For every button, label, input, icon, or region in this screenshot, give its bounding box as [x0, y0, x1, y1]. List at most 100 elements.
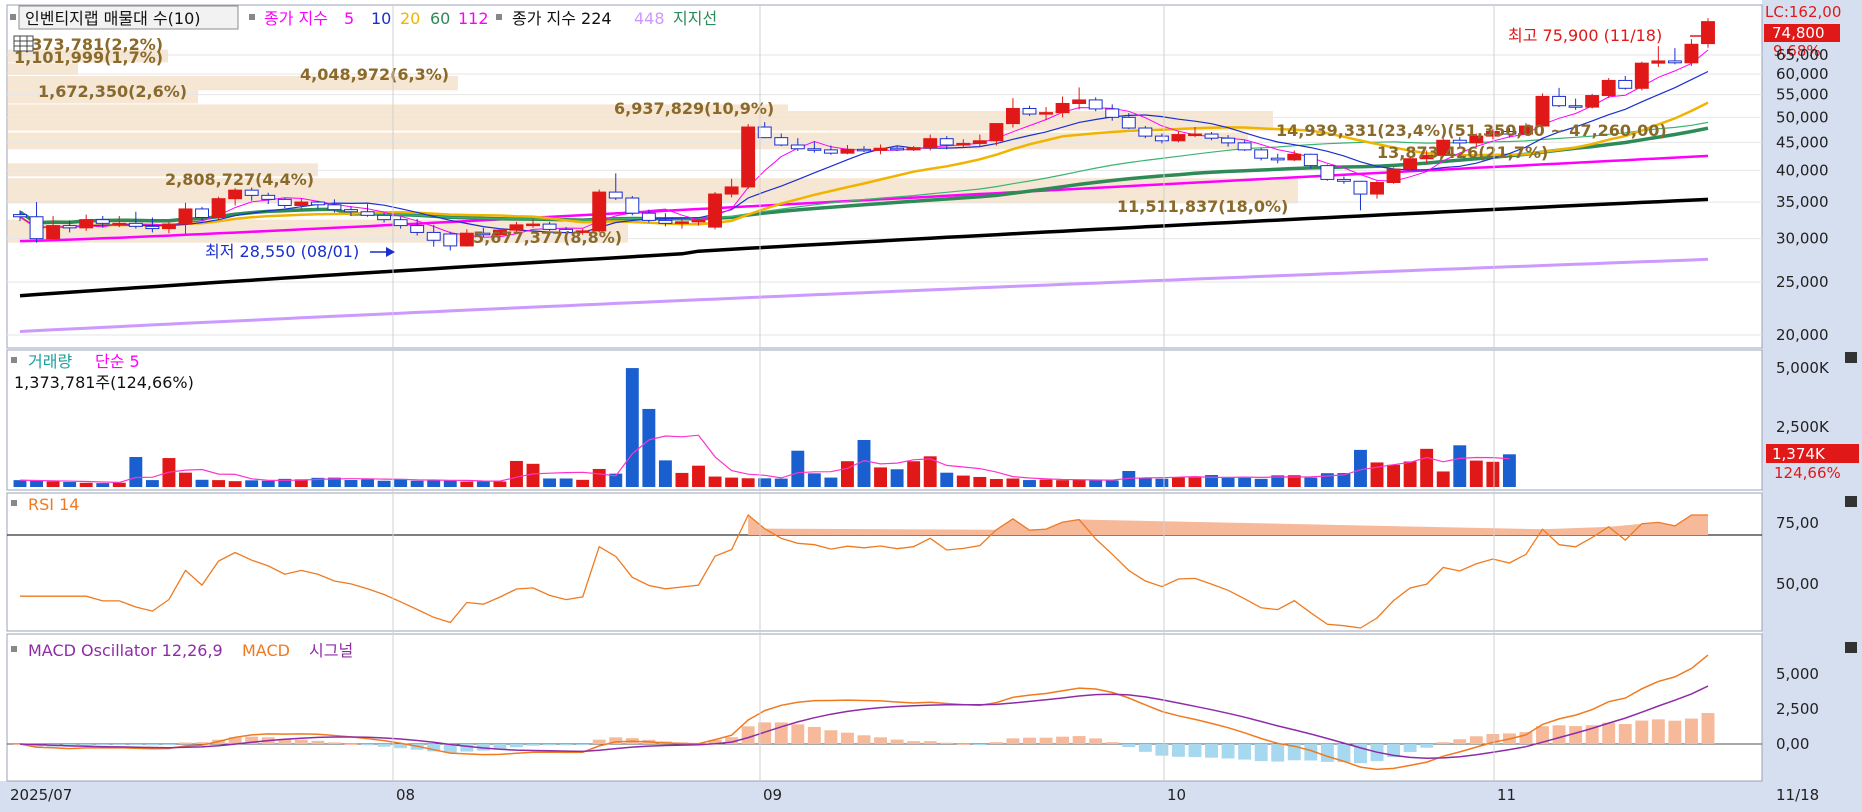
volume-square-icon [11, 357, 17, 363]
volume-bar [791, 450, 805, 487]
candle [1667, 60, 1682, 64]
volume-bar [30, 480, 44, 487]
signal-label: 시그널 [309, 641, 353, 660]
macd-oscillator-bar [510, 744, 523, 748]
macd-oscillator-bar [940, 742, 954, 744]
candle [1270, 157, 1285, 161]
candle [1651, 60, 1666, 64]
macd-title: MACD Oscillator 12,26,9 [28, 641, 223, 660]
macd-oscillator-bar [96, 744, 110, 746]
volume-bar [13, 480, 27, 487]
macd-oscillator-bar [741, 726, 755, 744]
volume-bar [79, 482, 93, 487]
price-tick: 30,000 [1776, 230, 1829, 248]
candle [1684, 43, 1699, 64]
macd-oscillator-bar [840, 732, 854, 744]
candle [29, 216, 44, 240]
candle [112, 222, 127, 226]
volume-bar [228, 481, 242, 487]
macd-oscillator-bar [1403, 744, 1417, 752]
rsi-close-icon[interactable] [1845, 496, 1857, 507]
volume-bar [592, 468, 606, 487]
candle [972, 140, 987, 144]
macd-oscillator-bar [1618, 724, 1632, 744]
macd-oscillator-bar [923, 741, 937, 744]
macd-oscillator-bar [311, 740, 325, 744]
volume-bar [989, 479, 1003, 487]
macd-oscillator-bar [79, 744, 93, 746]
candle [840, 148, 855, 154]
candle [592, 191, 607, 232]
candle [641, 212, 656, 221]
candle [426, 231, 441, 241]
volume-bar [96, 483, 110, 487]
candle [327, 204, 342, 211]
volume-bar [476, 481, 490, 487]
table-icon[interactable] [13, 35, 34, 52]
macd-oscillator-bar [1089, 738, 1103, 744]
candle [1171, 134, 1186, 142]
macd-oscillator-bar [294, 739, 308, 744]
macd-oscillator-bar [956, 743, 970, 745]
volume-bar [1023, 480, 1036, 487]
candle [1568, 105, 1583, 108]
volume-profile-label: 4,048,972(6,3%) [300, 65, 449, 84]
macd-oscillator-bar [145, 744, 159, 746]
price-tick: 65,000 [1776, 46, 1829, 64]
volume-bar [427, 480, 441, 487]
macd-oscillator-bar [129, 744, 143, 746]
candle [741, 126, 756, 188]
candle [1188, 133, 1202, 137]
candle [228, 189, 243, 200]
candle [526, 223, 540, 227]
candle [1618, 79, 1633, 89]
macd-tick-2500: 2,500 [1776, 700, 1819, 718]
price-tick: 55,000 [1776, 86, 1829, 104]
candle [211, 198, 226, 218]
volume-bar [725, 477, 739, 487]
ma-period-20: 20 [400, 9, 420, 28]
ma-period-10: 10 [371, 9, 391, 28]
volume-bar [1469, 460, 1483, 487]
macd-oscillator-bar [1651, 719, 1665, 744]
macd-oscillator-bar [890, 739, 904, 744]
macd-oscillator-bar [1056, 736, 1070, 744]
macd-oscillator-bar [1205, 744, 1218, 758]
ma448-label: 448 [634, 9, 665, 28]
ma-period-60: 60 [430, 9, 450, 28]
candle [939, 138, 954, 146]
candle [195, 208, 209, 218]
volume-bar [956, 475, 970, 487]
macd-oscillator-bar [1519, 732, 1533, 744]
volume-bar [1403, 461, 1417, 487]
candle [790, 144, 805, 150]
price-tick: 60,000 [1776, 65, 1829, 83]
macd-line-label: MACD [242, 641, 290, 660]
candle [1370, 182, 1384, 195]
volume-bar [1221, 477, 1235, 487]
high-annotation: 최고 75,900 (11/18) [1508, 26, 1662, 45]
candle [658, 219, 673, 224]
price-tick: 20,000 [1776, 326, 1829, 344]
macd-close-icon[interactable] [1845, 642, 1857, 653]
ma-square-icon [249, 14, 255, 20]
candle [310, 201, 325, 206]
lc-label: LC:162,00 [1765, 3, 1841, 21]
x-label-10: 10 [1167, 786, 1186, 804]
volume-bar [1254, 478, 1268, 487]
volume-bar [708, 476, 722, 487]
candle [79, 219, 94, 229]
volume-close-icon[interactable] [1845, 352, 1857, 363]
volume-bar [774, 478, 788, 487]
macd-oscillator-bar [361, 744, 374, 746]
volume-bar [1138, 478, 1152, 487]
candle [410, 225, 425, 233]
candle [873, 147, 888, 151]
candle [1154, 135, 1169, 142]
volume-bar [112, 482, 126, 487]
macd-oscillator-bar [526, 744, 540, 746]
macd-oscillator-bar [1023, 737, 1036, 744]
macd-oscillator-bar [1684, 718, 1698, 744]
x-label-11: 11 [1497, 786, 1516, 804]
volume-bar [377, 480, 391, 487]
